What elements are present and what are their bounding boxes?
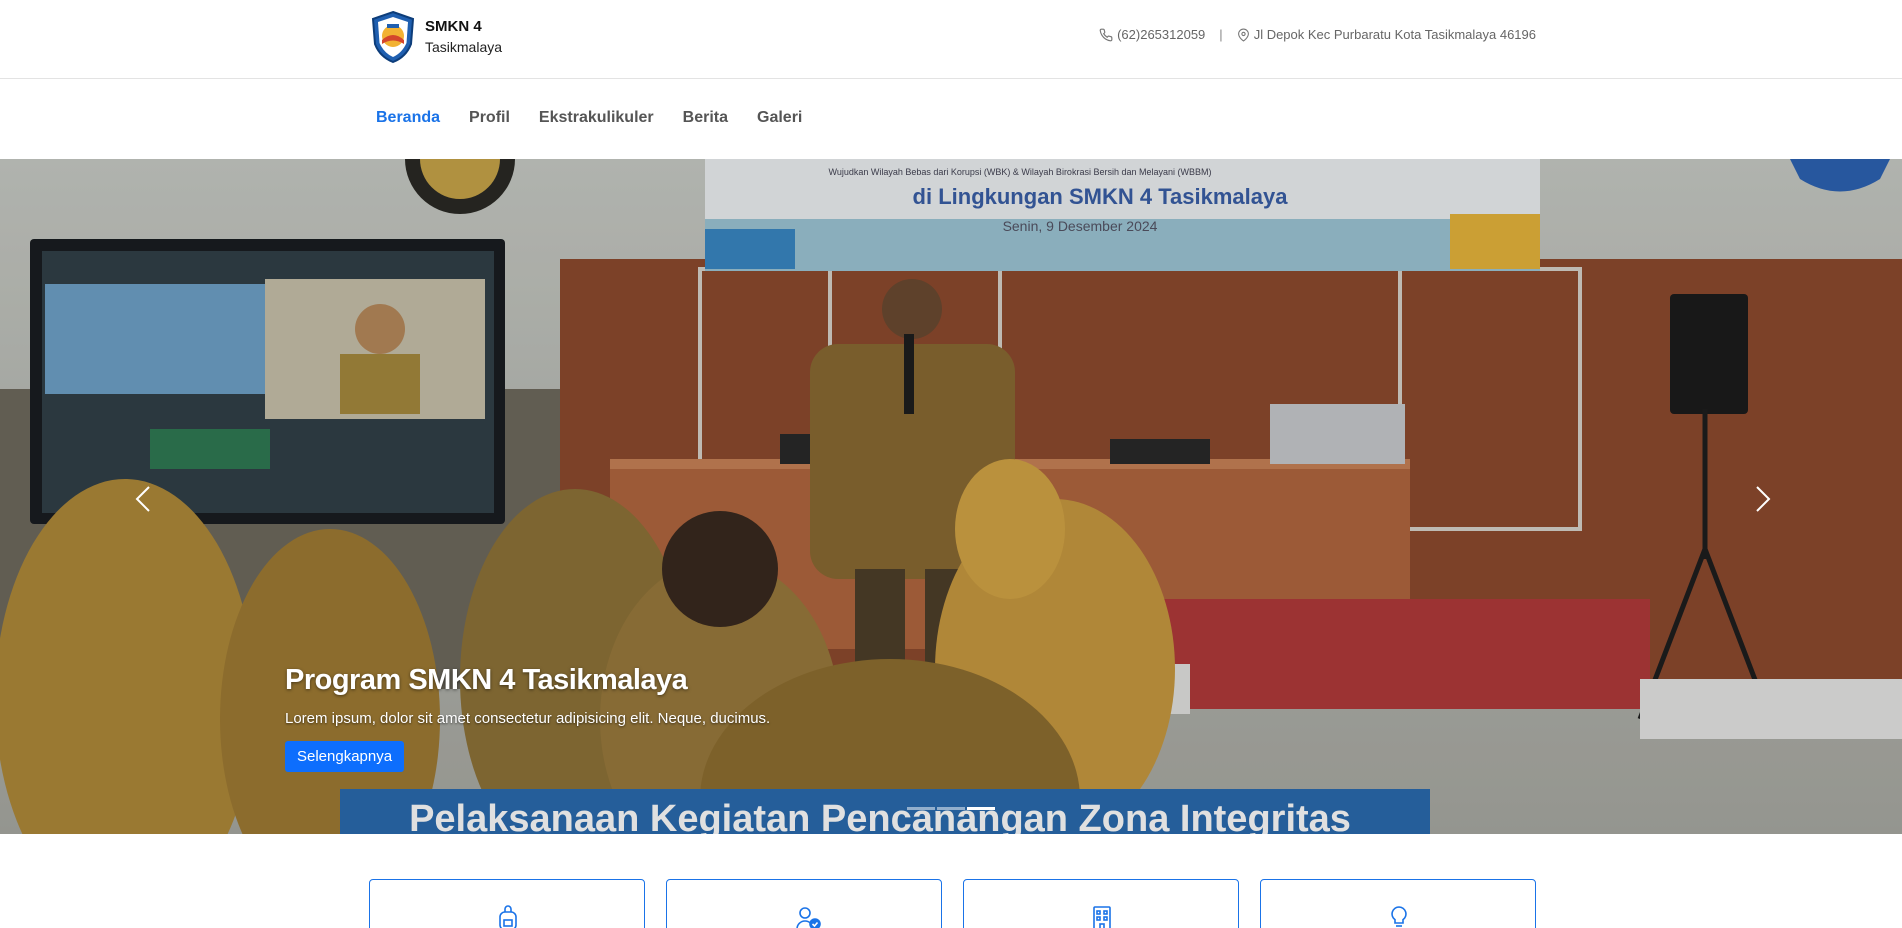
map-pin-icon: [1237, 28, 1249, 42]
contact-info: (62)265312059 | Jl Depok Kec Purbaratu K…: [1099, 27, 1536, 42]
lightbulb-icon: [1391, 906, 1407, 927]
nav-item-profil[interactable]: Profil: [469, 109, 510, 127]
feature-cards: [369, 879, 1557, 928]
carousel-indicator-3[interactable]: [967, 807, 995, 810]
carousel-next-button[interactable]: [1743, 479, 1783, 519]
top-header: SMKN 4 Tasikmalaya (62)265312059 | Jl De…: [0, 0, 1902, 79]
brand-name: SMKN 4: [425, 18, 482, 35]
brand[interactable]: SMKN 4 Tasikmalaya: [370, 10, 502, 64]
phone-number: (62)265312059: [1117, 27, 1206, 42]
nav-item-galeri[interactable]: Galeri: [757, 109, 802, 127]
user-check-icon: [796, 907, 821, 928]
nav-item-ekstrakulikuler[interactable]: Ekstrakulikuler: [539, 109, 654, 127]
backpack-icon: [499, 905, 517, 928]
carousel-indicator-2[interactable]: [937, 807, 965, 810]
hero-caption: Program SMKN 4 Tasikmalaya Lorem ipsum, …: [285, 664, 770, 772]
school-logo[interactable]: [370, 10, 416, 64]
main-nav: Beranda Profil Ekstrakulikuler Berita Ga…: [0, 80, 1902, 159]
nav-item-berita[interactable]: Berita: [683, 109, 728, 127]
carousel-indicators: [906, 807, 996, 810]
hero-carousel: Wujudkan Wilayah Bebas dari Korupsi (WBK…: [0, 159, 1902, 834]
feature-card[interactable]: [1260, 879, 1536, 928]
chevron-right-icon: [1756, 486, 1771, 512]
feature-card[interactable]: [963, 879, 1239, 928]
brand-city: Tasikmalaya: [425, 39, 503, 55]
carousel-indicator-1[interactable]: [907, 807, 935, 810]
contact-separator: |: [1219, 27, 1223, 42]
feature-card[interactable]: [666, 879, 942, 928]
hero-text: Lorem ipsum, dolor sit amet consectetur …: [285, 710, 771, 727]
read-more-button[interactable]: Selengkapnya: [285, 741, 405, 772]
chevron-left-icon: [135, 486, 150, 512]
hero-title: Program SMKN 4 Tasikmalaya: [285, 664, 688, 696]
building-icon: [1093, 906, 1111, 928]
phone-icon: [1099, 28, 1113, 41]
nav-item-beranda[interactable]: Beranda: [376, 109, 440, 127]
address: Jl Depok Kec Purbaratu Kota Tasikmalaya …: [1253, 27, 1536, 42]
carousel-prev-button[interactable]: [123, 479, 163, 519]
feature-card[interactable]: [369, 879, 645, 928]
